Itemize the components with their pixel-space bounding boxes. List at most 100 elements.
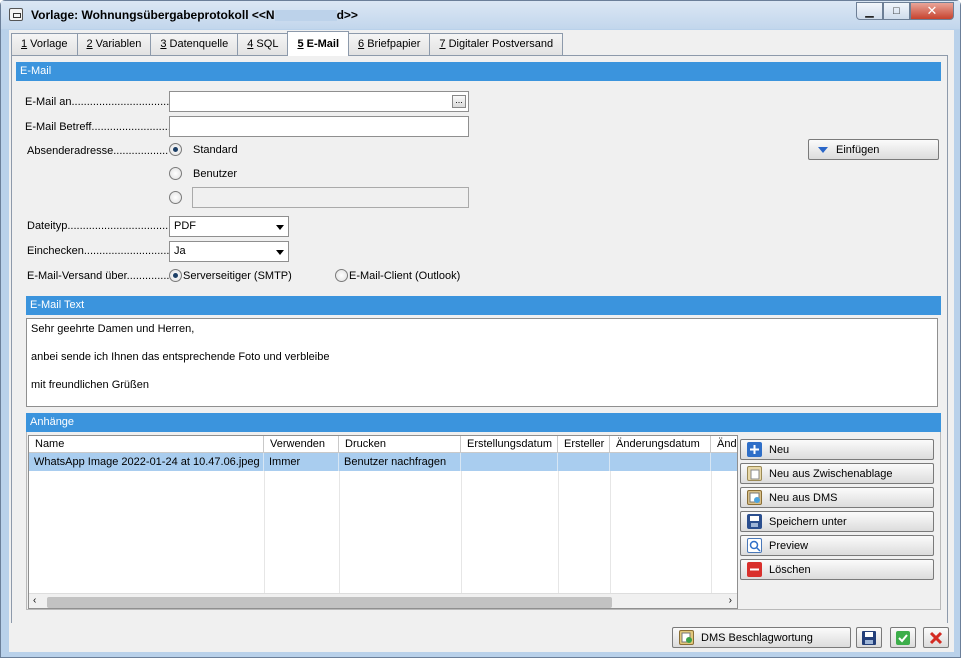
minus-icon [747, 562, 762, 577]
cell-erstellungsdatum [461, 453, 558, 471]
minus-icon-shape [750, 568, 759, 571]
title-bar[interactable]: Vorlage: Wohnungsübergabeprotokoll <<N d>… [1, 1, 960, 29]
email-text-section-header: E-Mail Text [26, 296, 941, 315]
grid-line [610, 471, 611, 593]
chevron-down-icon [818, 146, 828, 153]
grid-line [711, 471, 712, 593]
column-header-drucken[interactable]: Drucken [339, 436, 461, 453]
grid-line [558, 471, 559, 593]
email-tab-panel: E-Mail E-Mail an........................… [11, 55, 948, 646]
filetype-label: Dateityp................................… [27, 220, 175, 232]
tab-sql[interactable]: 4 SQL [237, 33, 289, 55]
attachments-table-header: Name Verwenden Drucken Erstellungsdatum … [29, 436, 737, 453]
sender-custom-radio[interactable] [169, 191, 182, 204]
system-menu-icon[interactable] [9, 8, 23, 21]
window-title-prefix: Vorlage: Wohnungsübergabeprotokoll <<N [31, 8, 275, 22]
email-subject-input[interactable] [169, 116, 469, 137]
window-title: Vorlage: Wohnungsübergabeprotokoll <<N d>… [31, 8, 358, 22]
column-header-ersteller[interactable]: Ersteller [558, 436, 610, 453]
dms-icon [747, 490, 762, 505]
attachment-save-as-button[interactable]: Speichern unter [740, 511, 934, 532]
tab-digitaler-postversand[interactable]: 7 Digitaler Postversand [429, 33, 564, 55]
preview-icon-shape [749, 540, 761, 552]
scroll-right-icon[interactable]: › [729, 595, 732, 606]
cell-ersteller [558, 453, 610, 471]
email-to-browse-button[interactable]: ... [452, 95, 466, 108]
attachment-new-from-clipboard-button[interactable]: Neu aus Zwischenablage [740, 463, 934, 484]
attachment-new-from-dms-button[interactable]: Neu aus DMS [740, 487, 934, 508]
checkin-select[interactable]: Ja [169, 241, 289, 262]
grid-line [339, 471, 340, 593]
column-header-name[interactable]: Name [29, 436, 264, 453]
close-icon [929, 631, 943, 644]
close-window-button[interactable]: ✕ [910, 2, 954, 20]
dms-icon-shape [749, 492, 760, 503]
sender-standard-label: Standard [193, 144, 238, 156]
save-icon-shape [750, 516, 759, 527]
attachment-preview-label: Preview [769, 539, 809, 552]
chevron-down-icon [276, 225, 284, 230]
checkin-value: Ja [174, 245, 186, 257]
sender-standard-radio[interactable] [169, 143, 182, 156]
tab-bar: 1 Vorlage 2 Variablen 3 Datenquelle 4 SQ… [11, 31, 564, 56]
sender-user-radio[interactable] [169, 167, 182, 180]
horizontal-scrollbar[interactable]: ‹ › [29, 593, 737, 608]
ok-button[interactable] [890, 627, 916, 648]
filetype-select[interactable]: PDF [169, 216, 289, 237]
column-header-erstellungsdatum[interactable]: Erstellungsdatum [461, 436, 558, 453]
insert-button[interactable]: Einfügen [808, 139, 939, 160]
cancel-button[interactable] [923, 627, 949, 648]
minimize-button[interactable]: ▁ [856, 2, 883, 20]
attachment-delete-button[interactable]: Löschen [740, 559, 934, 580]
checkmark-icon [896, 630, 910, 645]
chevron-down-icon [276, 250, 284, 255]
dispatch-outlook-label: E-Mail-Client (Outlook) [349, 270, 461, 282]
cell-drucken: Benutzer nachfragen [339, 453, 461, 471]
save-icon [862, 630, 876, 645]
clipboard-icon [747, 466, 762, 481]
email-text-line: Sehr geehrte Damen und Herren, [31, 323, 195, 335]
attachments-section-header: Anhänge [26, 413, 941, 432]
dms-tag-icon-shape [681, 632, 692, 643]
filetype-value: PDF [174, 220, 196, 232]
tab-variablen[interactable]: 2 Variablen [76, 33, 152, 55]
grid-line [264, 471, 265, 593]
scroll-left-icon[interactable]: ‹ [33, 595, 36, 606]
attachment-preview-button[interactable]: Preview [740, 535, 934, 556]
sender-user-label: Benutzer [193, 168, 238, 180]
cell-verwenden: Immer [264, 453, 339, 471]
email-to-input[interactable]: ... [169, 91, 469, 112]
email-text-area[interactable]: Sehr geehrte Damen und Herren, anbei sen… [26, 318, 938, 407]
save-button[interactable] [856, 627, 882, 648]
sender-address-label: Absenderadresse.................. [27, 145, 169, 157]
footer-bar: DMS Beschlagwortung [9, 623, 954, 652]
attachment-new-button[interactable]: Neu [740, 439, 934, 460]
cell-aend [711, 453, 737, 471]
main-window: Vorlage: Wohnungsübergabeprotokoll <<N d>… [0, 0, 961, 658]
column-header-aend[interactable]: Änd [711, 436, 737, 453]
tab-vorlage[interactable]: 1 Vorlage [11, 33, 78, 55]
insert-button-label: Einfügen [836, 143, 880, 156]
column-header-verwenden[interactable]: Verwenden [264, 436, 339, 453]
attachments-table[interactable]: Name Verwenden Drucken Erstellungsdatum … [28, 435, 738, 609]
tab-briefpapier[interactable]: 6 Briefpapier [348, 33, 431, 55]
plus-icon-shape [750, 445, 759, 454]
email-subject-label: E-Mail Betreff..........................… [25, 121, 174, 133]
tab-datenquelle[interactable]: 3 Datenquelle [150, 33, 239, 55]
maximize-button[interactable]: □ [883, 2, 910, 20]
dispatch-outlook-radio[interactable] [335, 269, 348, 282]
dispatch-smtp-radio[interactable] [169, 269, 182, 282]
attachment-delete-label: Löschen [769, 563, 811, 576]
dms-tagging-button[interactable]: DMS Beschlagwortung [672, 627, 851, 648]
dispatch-label: E-Mail-Versand über............... [27, 270, 173, 282]
email-section-header: E-Mail [16, 62, 941, 81]
scrollbar-thumb[interactable] [47, 597, 612, 608]
tab-email[interactable]: 5 E-Mail [287, 31, 350, 56]
plus-icon [747, 442, 762, 457]
preview-icon [747, 538, 762, 553]
sender-custom-input[interactable] [192, 187, 469, 208]
table-row[interactable]: WhatsApp Image 2022-01-24 at 10.47.06.jp… [29, 453, 737, 471]
window-title-suffix: d>> [336, 8, 358, 22]
column-header-aenderungsdatum[interactable]: Änderungsdatum [610, 436, 711, 453]
email-text-line: mit freundlichen Grüßen [31, 379, 149, 391]
